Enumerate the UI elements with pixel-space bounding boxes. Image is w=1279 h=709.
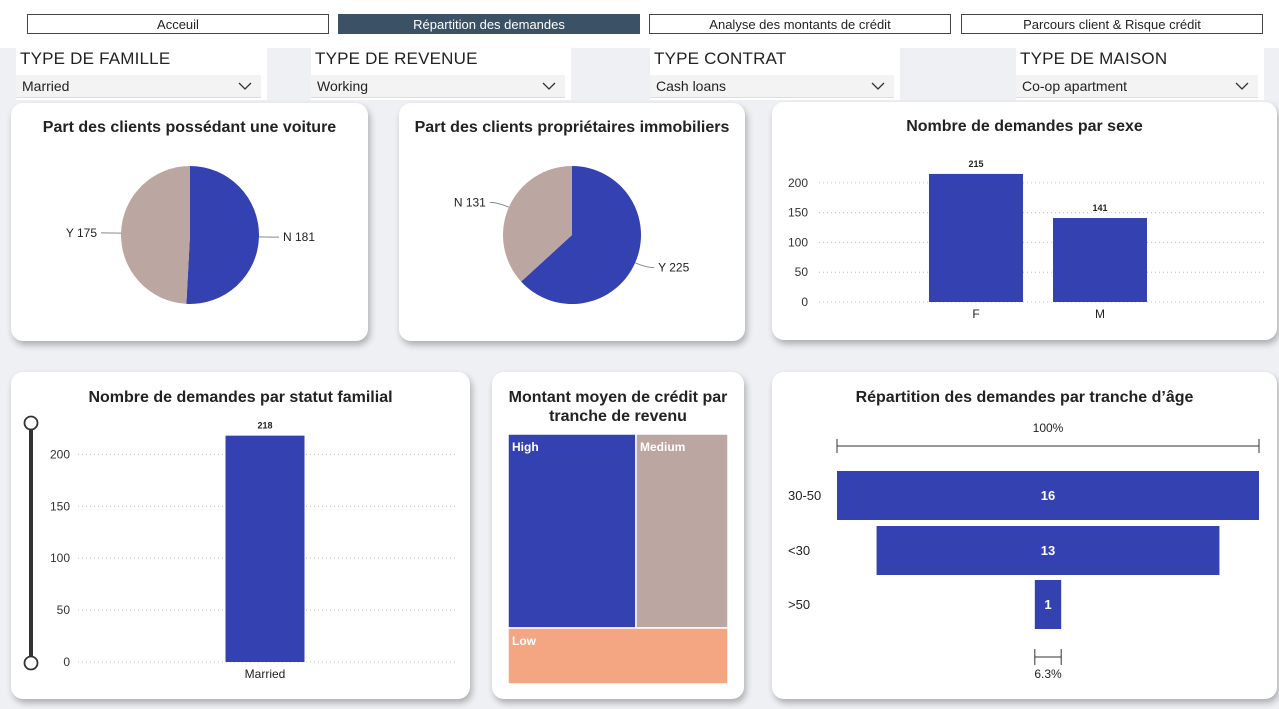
x-tick-label: M: [1095, 307, 1105, 321]
funnel-top-percent-label: 100%: [1033, 421, 1064, 435]
bar-chart-sexe: 0 50 100 150 200 215 F 141 M: [788, 159, 1267, 321]
treemap-tile-label: Medium: [640, 440, 685, 454]
funnel-chart-age: 100% 16 30-50 13 <30 1 >50 6.3%: [788, 421, 1260, 681]
nav-button-analyse-montants[interactable]: Analyse des montants de crédit: [649, 14, 951, 34]
filter-type-contrat: TYPE CONTRAT Cash loans: [650, 48, 900, 100]
treemap-tile-low: [507, 627, 729, 685]
y-tick-label: 150: [50, 499, 70, 513]
y-tick-label: 200: [788, 176, 808, 190]
y-tick-label: 100: [50, 551, 70, 565]
funnel-category-label: >50: [788, 597, 810, 612]
filter-value: Co-op apartment: [1022, 78, 1128, 94]
filter-value: Married: [22, 78, 70, 94]
chevron-down-icon: [238, 82, 252, 90]
filter-label: TYPE CONTRAT: [654, 49, 787, 68]
card-statut-familial: Nombre de demandes par statut familial 0…: [11, 372, 470, 699]
funnel-bottom-percent-label: 6.3%: [1034, 667, 1062, 681]
card-voiture: Part des clients possédant une voiture N…: [11, 103, 368, 341]
nav-button-repartition[interactable]: Répartition des demandes: [338, 14, 640, 34]
x-tick-label: Married: [245, 667, 286, 681]
bar-married: [225, 435, 305, 662]
nav-button-accueil[interactable]: Acceuil: [27, 14, 329, 34]
treemap-tile-label: High: [512, 440, 539, 454]
card-tranche-age: Répartition des demandes par tranche d’â…: [772, 372, 1277, 699]
funnel-category-label: 30-50: [788, 488, 821, 503]
y-tick-label: 150: [788, 206, 808, 220]
funnel-data-label: 13: [1041, 543, 1055, 558]
filter-label: TYPE DE MAISON: [1020, 49, 1168, 68]
filter-type-famille: TYPE DE FAMILLE Married: [16, 48, 267, 100]
y-tick-label: 0: [801, 295, 808, 309]
range-slider-handle-top: [23, 415, 39, 431]
pie-chart-proprietaires: Y 225 N 131: [454, 166, 690, 304]
treemap-revenu: High Medium Low: [507, 433, 729, 685]
pie-slice-n: [186, 166, 259, 304]
pie-leader-line: [634, 262, 655, 269]
pie-data-label: Y 225: [658, 261, 689, 275]
nav-button-parcours-client[interactable]: Parcours client & Risque crédit: [961, 14, 1263, 34]
funnel-category-label: <30: [788, 543, 810, 558]
filter-dropdown-type-famille[interactable]: Married: [16, 75, 261, 98]
pie-data-label: N 181: [283, 230, 315, 244]
filter-type-revenue: TYPE DE REVENUE Working: [311, 48, 571, 100]
funnel-data-label: 16: [1041, 488, 1055, 503]
filter-label: TYPE DE REVENUE: [315, 49, 478, 68]
card-sexe: Nombre de demandes par sexe 0 50 100 150 200…: [772, 102, 1277, 340]
card-proprietaires: Part des clients propriétaires immobilie…: [399, 103, 745, 341]
filter-value: Cash loans: [656, 78, 727, 94]
funnel-data-label: 1: [1044, 597, 1051, 612]
filter-type-maison: TYPE DE MAISON Co-op apartment: [1016, 48, 1264, 100]
bar-data-label: 215: [968, 159, 983, 169]
filter-dropdown-type-revenue[interactable]: Working: [311, 75, 565, 98]
y-tick-label: 200: [50, 447, 70, 461]
pie-chart-voiture: N 181 Y 175: [66, 166, 315, 304]
pie-leader-line: [489, 201, 510, 208]
range-slider-handle-bottom: [23, 655, 39, 671]
filter-label: TYPE DE FAMILLE: [20, 49, 171, 68]
card-montant-moyen: Montant moyen de crédit par tranche de r…: [492, 372, 744, 699]
x-tick-label: F: [972, 307, 979, 321]
filter-dropdown-type-maison[interactable]: Co-op apartment: [1016, 75, 1258, 98]
chevron-down-icon: [542, 82, 556, 90]
y-tick-label: 50: [57, 603, 71, 617]
bar-chart-statut-familial: 0 50 100 150 200 218 Married: [23, 415, 456, 681]
bar-m: [1053, 218, 1147, 302]
pie-data-label: N 131: [454, 195, 486, 209]
pie-data-label: Y 175: [66, 226, 97, 240]
y-tick-label: 0: [63, 655, 70, 669]
bar-f: [929, 173, 1023, 302]
chevron-down-icon: [871, 82, 885, 90]
filter-value: Working: [317, 78, 369, 94]
bar-data-label: 218: [257, 421, 272, 431]
y-tick-label: 100: [788, 235, 808, 249]
treemap-tile-high: [507, 433, 637, 629]
y-tick-label: 50: [795, 265, 809, 279]
bar-data-label: 141: [1092, 203, 1107, 213]
treemap-tile-label: Low: [512, 634, 537, 648]
treemap-tile-medium: [635, 433, 729, 629]
chevron-down-icon: [1235, 82, 1249, 90]
filter-dropdown-type-contrat[interactable]: Cash loans: [650, 75, 894, 98]
pie-slice-y: [120, 166, 190, 304]
navigation-bar: Acceuil Répartition des demandes Analyse…: [0, 0, 1279, 48]
